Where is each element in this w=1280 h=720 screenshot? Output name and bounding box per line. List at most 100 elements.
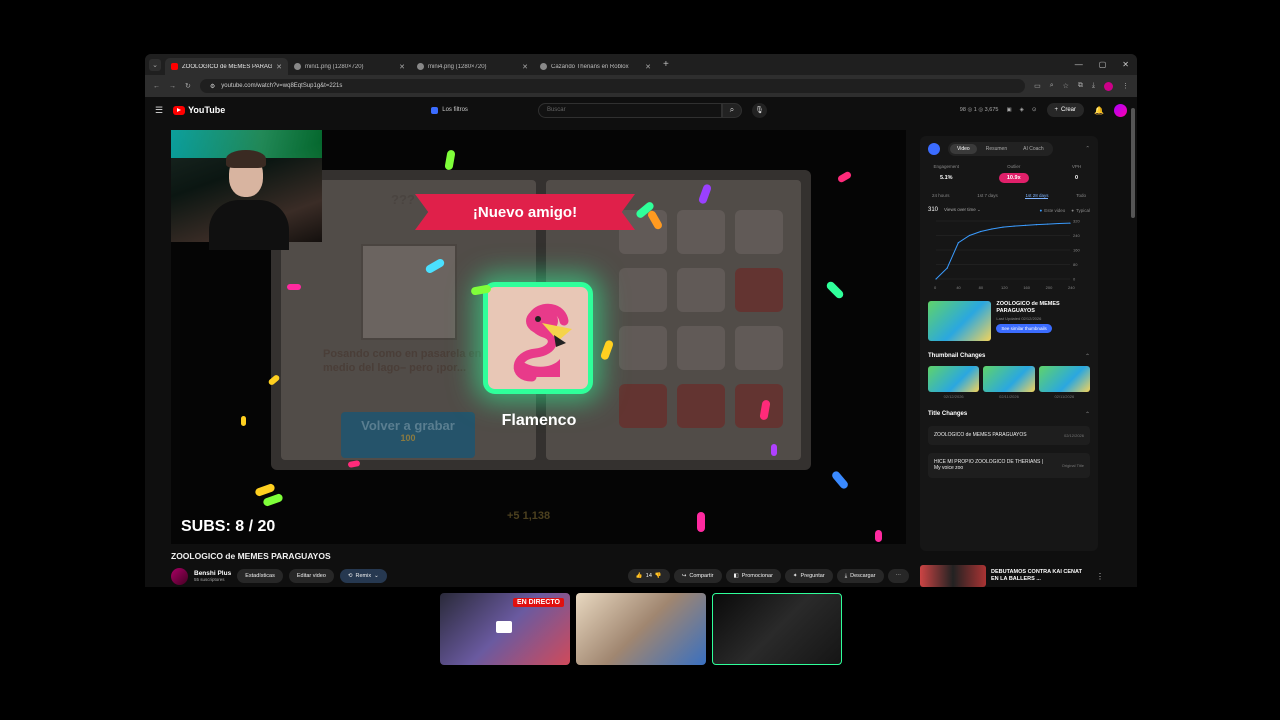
metric-label: Engagement (933, 164, 960, 169)
stream-tile[interactable] (576, 593, 706, 665)
promote-icon: ◧ (733, 573, 739, 579)
like-button[interactable]: 👍 14 👎 (627, 569, 670, 583)
account-avatar[interactable] (1114, 103, 1127, 117)
stream-tile-selected[interactable] (712, 593, 842, 665)
zoom-icon[interactable]: ⌕ (1050, 82, 1054, 91)
record-button-cost: 100 (400, 433, 416, 443)
promote-button[interactable]: ◧ Promocionar (725, 569, 781, 583)
page-scrollbar[interactable] (1131, 108, 1135, 218)
range-all[interactable]: Todo (1076, 193, 1086, 199)
extension-icon[interactable]: ⊙ (1032, 107, 1037, 113)
share-icon: ↪ (681, 573, 687, 579)
notifications-bell-icon[interactable]: 🔔 (1094, 106, 1104, 115)
cast-icon[interactable]: ▭ (1034, 82, 1041, 91)
back-icon[interactable]: ← (153, 83, 160, 90)
window-controls: — ▢ ✕ (1075, 60, 1137, 69)
browser-menu-icon[interactable]: ⋮ (1122, 82, 1129, 91)
close-tab-icon[interactable]: ✕ (399, 63, 405, 71)
maximize-icon[interactable]: ▢ (1099, 60, 1107, 69)
site-info-icon[interactable]: ⚙ (210, 83, 215, 90)
thumbs-down-icon[interactable]: 👎 (655, 573, 662, 579)
views-count: 310 (928, 207, 939, 213)
youtube-favicon-icon (171, 63, 178, 70)
background-description: Posando como en pasarela en medio del la… (323, 348, 482, 374)
globe-icon (294, 63, 301, 70)
remix-button[interactable]: ⟲ Remix ⌄ (339, 569, 387, 583)
bookmark-star-icon[interactable]: ☆ (1063, 82, 1069, 91)
channel-avatar[interactable] (171, 567, 188, 585)
search-input[interactable]: Buscar (537, 102, 722, 118)
flamingo-icon (513, 303, 572, 382)
range-7d[interactable]: 1st 7 days (977, 193, 998, 199)
video-thumbnail[interactable] (928, 301, 992, 341)
live-badge: EN DIRECTO (512, 598, 564, 607)
share-label: Compartir (689, 573, 714, 579)
range-28d[interactable]: 1st 28 days (1025, 193, 1049, 199)
url-field[interactable]: ⚙ youtube.com/watch?v=wq8EqtSup1g&t=221s (199, 79, 1026, 93)
chart-y-tick: 160 (1073, 248, 1080, 253)
channel-info[interactable]: Benshi Plus 55 suscriptores (194, 570, 231, 582)
new-tab-button[interactable]: + (663, 59, 669, 70)
thumbnail-change[interactable]: 02/12/2026 (928, 366, 980, 399)
browser-toolbar-icons: ▭ ⌕ ☆ ⧉ ⤓ ⋮ (1034, 81, 1129, 91)
collapse-icon[interactable]: ⌃ (1085, 146, 1090, 152)
title-changes-header[interactable]: Title Changes ⌃ (928, 411, 1090, 418)
extension-icon[interactable]: ◈ (1020, 107, 1024, 113)
close-tab-icon[interactable]: ✕ (276, 63, 282, 71)
thumbnail-changes-header[interactable]: Thumbnail Changes ⌃ (928, 353, 1090, 360)
see-similar-button[interactable]: See similar thumbnails (996, 324, 1052, 334)
chart-point (946, 267, 948, 269)
stream-tile[interactable]: EN DIRECTO (440, 593, 570, 665)
extensions-icon[interactable]: ⧉ (1078, 82, 1083, 91)
youtube-logo[interactable]: YouTube (173, 105, 225, 115)
downloads-icon[interactable]: ⤓ (1092, 82, 1095, 91)
tab-video[interactable]: Video (950, 144, 977, 154)
reload-icon[interactable]: ↻ (185, 82, 191, 90)
thumbnail-change[interactable]: 02/11/2026 (1038, 366, 1090, 399)
tab-resumen[interactable]: Resumen (979, 144, 1014, 154)
more-actions-button[interactable]: ⋯ (887, 569, 909, 583)
extension-logo-icon[interactable] (928, 143, 940, 155)
tab-ai-coach[interactable]: AI Coach (1016, 144, 1051, 154)
chevron-up-icon: ⌃ (1084, 412, 1090, 418)
thumbnail-change[interactable]: 02/11/2026 (983, 366, 1035, 399)
background-record-button: Volver a grabar 100 (341, 412, 475, 458)
ask-button[interactable]: ✦ Preguntar (784, 569, 833, 583)
background-coins: +5 1,138 (507, 510, 551, 522)
confetti-piece (836, 170, 853, 184)
tab-search-button[interactable]: ⌄ (149, 58, 161, 71)
download-button[interactable]: ⤓ Descargar (836, 569, 884, 583)
share-button[interactable]: ↪ Compartir (673, 569, 722, 583)
forward-icon[interactable]: → (169, 83, 176, 90)
search-button[interactable]: ⌕ (721, 102, 742, 118)
sparkle-icon: ✦ (792, 573, 798, 579)
extension-icon[interactable]: ▣ (1006, 107, 1011, 113)
channel-name[interactable]: Benshi Plus (194, 570, 231, 577)
views-dropdown[interactable]: Views over time ⌄ (944, 207, 981, 213)
filters-chip[interactable]: Los filtros (431, 106, 468, 114)
profile-avatar[interactable] (1104, 81, 1113, 91)
page-icon (540, 63, 547, 70)
video-player[interactable]: ??? Posando como en pasarela en medio de… (171, 130, 906, 544)
close-tab-icon[interactable]: ✕ (645, 63, 651, 71)
tab-mini4[interactable]: mini4.png (1280×720) ✕ (411, 58, 534, 75)
mic-icon: 🎙 (754, 107, 764, 114)
close-tab-icon[interactable]: ✕ (522, 63, 528, 71)
confetti-piece (287, 284, 301, 290)
tab-mini1[interactable]: mini1.png (1280×720) ✕ (288, 58, 411, 75)
minimize-icon[interactable]: — (1075, 60, 1083, 69)
tab-zoologico[interactable]: ZOOLOGICO de MEMES PARAG... ✕ (165, 58, 288, 75)
panel-tabs: Video Resumen AI Coach (948, 142, 1053, 156)
create-button[interactable]: + Crear (1046, 103, 1085, 117)
close-window-icon[interactable]: ✕ (1122, 60, 1129, 69)
chart-point (1024, 224, 1026, 226)
stats-button[interactable]: Estadísticas (237, 569, 283, 583)
edit-video-button[interactable]: Editar video (288, 569, 334, 583)
recommended-video[interactable]: DEBUTAMOS CONTRA KAI CENAT EN LA BALLERS… (920, 565, 1105, 587)
menu-icon[interactable]: ☰ (155, 105, 163, 116)
range-24h[interactable]: 24 hours (932, 193, 950, 199)
voice-search-button[interactable]: 🎙 (751, 102, 767, 118)
more-options-icon[interactable]: ⋮ (1096, 572, 1104, 581)
tab-cazando[interactable]: Cazando Therians en Roblox ✕ (534, 58, 657, 75)
chart-x-tick: 160 (1023, 285, 1030, 290)
